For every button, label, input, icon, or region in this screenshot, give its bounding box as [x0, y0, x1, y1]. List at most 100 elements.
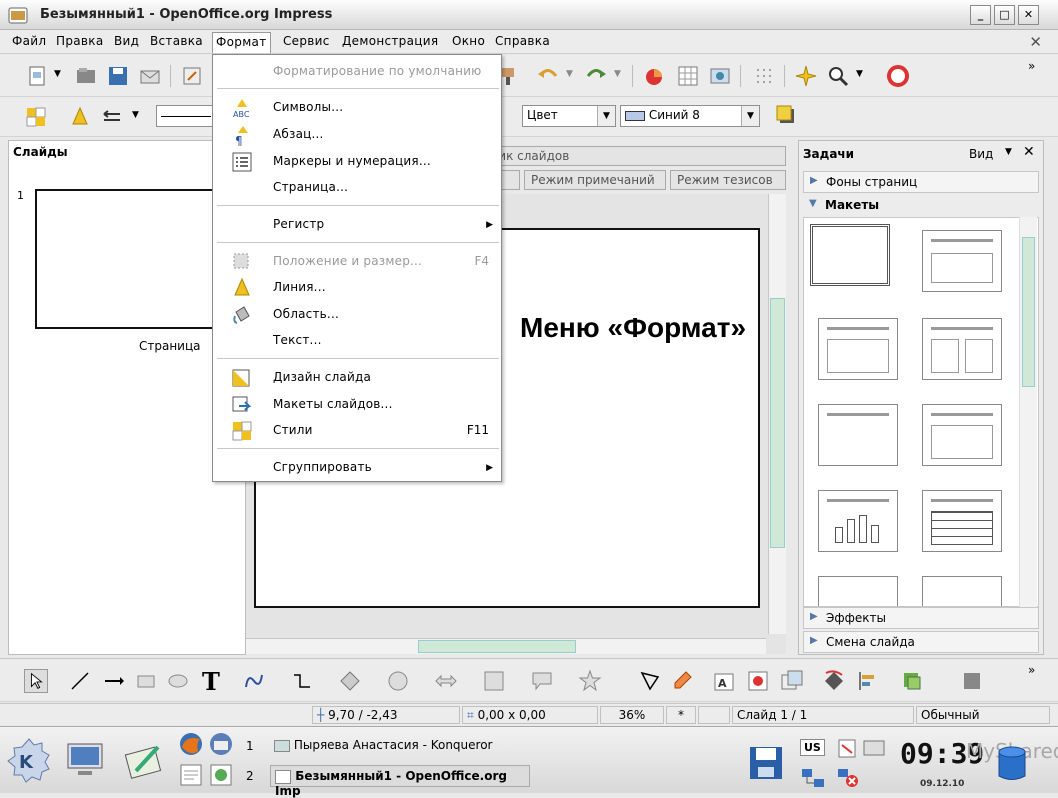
document-icon[interactable] [178, 763, 204, 787]
tab-outline[interactable] [500, 170, 520, 190]
menu-item-area[interactable]: Область... [273, 307, 339, 321]
scroll-thumb-h[interactable] [418, 640, 576, 653]
tab-handout[interactable]: Режим тезисов [670, 170, 786, 190]
fill-color-select[interactable]: Синий 8 ▼ [620, 105, 760, 127]
menu-window[interactable]: Окно [452, 34, 485, 48]
layout-blank[interactable] [810, 224, 890, 286]
email-icon[interactable] [138, 64, 162, 88]
editor-icon[interactable] [122, 741, 166, 781]
open-icon[interactable] [74, 64, 98, 88]
impress-app-icon[interactable] [8, 5, 28, 25]
symbol-shapes-icon[interactable] [386, 669, 410, 693]
flowchart-icon[interactable] [482, 669, 506, 693]
task-konqueror[interactable]: Пыряева Анастасия - Konqueror [270, 735, 530, 757]
layout-centered[interactable] [922, 404, 1002, 466]
tab-notes[interactable]: Режим примечаний [524, 170, 666, 190]
task-impress[interactable]: Безымянный1 - OpenOffice.org Imp [270, 765, 530, 798]
extrusion-icon[interactable] [960, 669, 984, 693]
menu-item-default-formatting[interactable]: Форматирование по умолчанию [273, 64, 481, 78]
close-button[interactable]: ✕ [1018, 5, 1039, 25]
undo-icon[interactable] [536, 64, 560, 88]
menu-edit[interactable]: Правка [56, 34, 103, 48]
menu-tools[interactable]: Сервис [283, 34, 330, 48]
menu-item-slide-layouts[interactable]: Макеты слайдов... [273, 397, 393, 411]
section-transition[interactable]: ▶ Смена слайда [803, 631, 1039, 653]
save-icon[interactable] [106, 64, 130, 88]
layout-title-only[interactable] [818, 404, 898, 466]
menu-insert[interactable]: Вставка [150, 34, 203, 48]
kde-menu-icon[interactable]: K [6, 737, 52, 783]
layouts-scrollbar[interactable] [1019, 217, 1037, 607]
menu-format[interactable]: Формат [212, 32, 271, 53]
layout-title-table[interactable] [922, 490, 1002, 552]
menu-item-characters[interactable]: Символы... [273, 100, 343, 114]
thunderbird-icon[interactable] [208, 731, 234, 757]
tab-slide-sorter[interactable]: щик слайдов [480, 146, 786, 166]
close-document-icon[interactable]: ✕ [1029, 33, 1042, 51]
more-tools-icon[interactable]: » [1028, 59, 1035, 73]
network-error-icon[interactable] [836, 767, 860, 789]
arrow-style-icon[interactable] [100, 105, 124, 129]
horizontal-scrollbar[interactable] [246, 638, 766, 654]
database-icon[interactable] [996, 745, 1028, 783]
scroll-thumb[interactable] [770, 298, 785, 548]
network-icon[interactable] [800, 767, 826, 789]
firefox-icon[interactable] [178, 731, 204, 757]
edit-file-icon[interactable] [180, 64, 204, 88]
clipboard-icon[interactable] [836, 737, 858, 759]
close-pane-icon[interactable]: ✕ [1023, 144, 1035, 160]
maximize-button[interactable]: □ [994, 5, 1015, 25]
card-icon[interactable] [862, 737, 886, 759]
fontwork-icon[interactable]: A [712, 669, 736, 693]
chevron-down-icon[interactable]: ▼ [614, 69, 621, 79]
menu-item-paragraph[interactable]: Абзац... [273, 127, 324, 141]
menu-view[interactable]: Вид [114, 34, 139, 48]
ellipse-icon[interactable] [166, 669, 190, 693]
area-style-select[interactable]: Цвет ▼ [522, 105, 616, 127]
menu-item-group[interactable]: Сгруппировать [273, 460, 372, 474]
layout-title-clipart[interactable] [922, 576, 1002, 606]
arrange-icon[interactable] [900, 669, 924, 693]
computer-icon[interactable] [64, 741, 108, 781]
status-zoom[interactable]: 36% [600, 706, 664, 724]
image-icon[interactable] [708, 64, 732, 88]
slide-thumbnail[interactable] [35, 189, 215, 329]
chevron-down-icon[interactable]: ▼ [856, 69, 863, 79]
stars-icon[interactable] [578, 669, 602, 693]
chevron-down-icon[interactable]: ▼ [566, 69, 573, 79]
more-tools-icon[interactable]: » [1028, 663, 1035, 677]
chevron-down-icon[interactable]: ▼ [54, 69, 61, 79]
from-file-icon[interactable] [746, 669, 770, 693]
line-style-select[interactable] [156, 105, 216, 127]
menu-slideshow[interactable]: Демонстрация [342, 34, 438, 48]
floppy-save-icon[interactable] [746, 743, 786, 783]
styles-icon[interactable] [24, 105, 48, 129]
rectangle-icon[interactable] [134, 669, 158, 693]
alignment-icon[interactable] [856, 669, 880, 693]
chevron-down-icon[interactable]: ▼ [132, 110, 139, 120]
gallery-icon[interactable] [780, 669, 804, 693]
points-icon[interactable] [638, 669, 662, 693]
desktop-2[interactable]: 2 [246, 769, 254, 783]
text-tool-icon[interactable]: T [202, 667, 220, 696]
layout-title-content[interactable] [818, 318, 898, 380]
rotate-icon[interactable] [822, 669, 846, 693]
callouts-icon[interactable] [530, 669, 554, 693]
navigator-star-icon[interactable] [794, 64, 818, 88]
scroll-thumb[interactable] [1022, 237, 1035, 387]
chart-app-icon[interactable] [208, 763, 234, 787]
vertical-scrollbar[interactable] [768, 194, 786, 634]
grid-icon[interactable] [752, 64, 776, 88]
help-lifebuoy-icon[interactable] [886, 64, 910, 88]
layout-title-slide[interactable] [922, 230, 1002, 292]
line-tool-icon[interactable] [68, 669, 92, 693]
menu-item-styles[interactable]: Стили [273, 423, 313, 437]
arrow-line-icon[interactable] [102, 669, 126, 693]
menu-file[interactable]: Файл [12, 34, 46, 48]
layout-two-content[interactable] [922, 318, 1002, 380]
menu-item-page[interactable]: Страница... [273, 180, 348, 194]
basic-shapes-icon[interactable] [338, 669, 362, 693]
menu-item-bullets[interactable]: Маркеры и нумерация... [273, 154, 431, 168]
select-pointer-icon[interactable] [24, 669, 48, 693]
shadow-icon[interactable] [774, 103, 798, 127]
